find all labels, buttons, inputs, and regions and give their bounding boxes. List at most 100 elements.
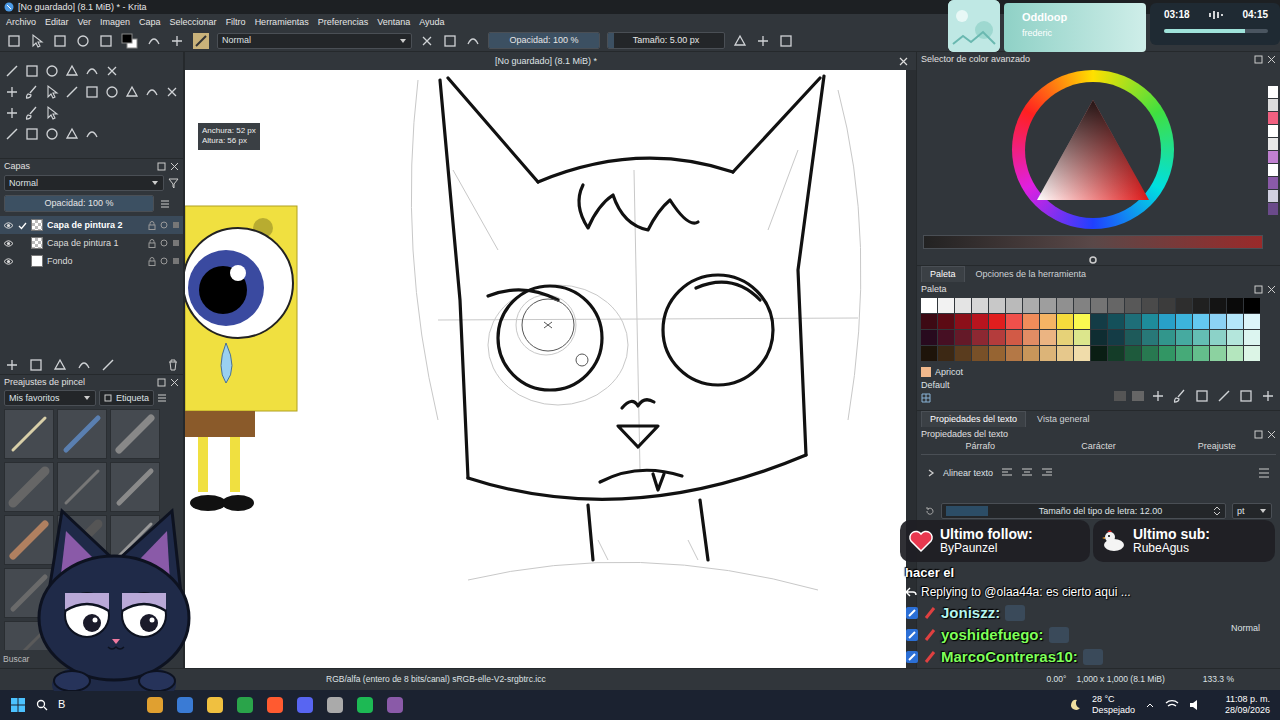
rectangle-icon[interactable] <box>778 33 794 49</box>
palette-swatch[interactable] <box>1091 314 1108 330</box>
dock-tab[interactable]: Propiedades del texto <box>921 411 1026 427</box>
line-icon[interactable] <box>1216 388 1232 404</box>
brush-preset[interactable] <box>57 462 107 512</box>
rectangle-icon[interactable] <box>24 63 40 79</box>
plus-icon[interactable] <box>1260 388 1276 404</box>
opacity-slider[interactable]: Opacidad: 100 % <box>488 32 600 49</box>
reset-icon[interactable] <box>925 506 935 516</box>
alpha-inherit-icon[interactable] <box>160 221 168 229</box>
palette-swatch[interactable] <box>938 330 955 346</box>
palette-swatch[interactable] <box>1159 314 1176 330</box>
font-unit-select[interactable]: pt <box>1232 503 1272 519</box>
lock-icon[interactable] <box>148 221 156 230</box>
tray-arrow-icon[interactable] <box>1145 700 1155 710</box>
palette-swatch[interactable] <box>1057 298 1074 314</box>
palette-swatch[interactable] <box>1023 298 1040 314</box>
menu-item[interactable]: Preferencias <box>318 17 369 28</box>
recent-color-swatch[interactable] <box>1268 86 1278 98</box>
recent-color-swatch[interactable] <box>1268 138 1278 150</box>
brush-preset[interactable] <box>57 409 107 459</box>
recent-color-swatch[interactable] <box>1268 177 1278 189</box>
settings-icon[interactable] <box>1088 255 1098 265</box>
plus-icon[interactable] <box>4 105 20 121</box>
curve-icon[interactable] <box>144 84 160 100</box>
close-icon[interactable] <box>1267 55 1276 64</box>
text-section-tab[interactable]: Párrafo <box>921 441 1039 455</box>
palette-swatch[interactable] <box>1057 346 1074 362</box>
cross-icon[interactable] <box>419 33 435 49</box>
palette-swatch[interactable] <box>1142 346 1159 362</box>
alpha-inherit-icon[interactable] <box>160 239 168 247</box>
line-icon[interactable] <box>64 84 80 100</box>
palette-swatch[interactable] <box>1210 346 1227 362</box>
palette-swatch[interactable] <box>1125 346 1142 362</box>
palette-swatch[interactable] <box>1108 346 1125 362</box>
foreground-background-color-icon[interactable] <box>121 33 139 49</box>
brush-preset[interactable] <box>4 515 54 565</box>
palette-swatch[interactable] <box>1142 314 1159 330</box>
brush-preset[interactable] <box>110 462 160 512</box>
palette-swatch[interactable] <box>1074 330 1091 346</box>
hue-ring[interactable] <box>1012 70 1174 229</box>
menu-item[interactable]: Herramientas <box>255 17 309 28</box>
menu-item[interactable]: Archivo <box>6 17 36 28</box>
palette-swatch[interactable] <box>1091 346 1108 362</box>
palette-swatch[interactable] <box>972 330 989 346</box>
palette-swatch[interactable] <box>972 298 989 314</box>
palette-swatch[interactable] <box>1159 330 1176 346</box>
palette-swatch[interactable] <box>938 298 955 314</box>
close-icon[interactable] <box>1267 430 1276 439</box>
color-chip[interactable] <box>1114 391 1126 401</box>
curve-icon[interactable] <box>76 357 92 373</box>
palette-swatch[interactable] <box>1176 298 1193 314</box>
curve-icon[interactable] <box>84 126 100 142</box>
brush-search-field[interactable]: Buscar <box>3 654 29 664</box>
palette-swatch[interactable] <box>1193 330 1210 346</box>
palette-swatch[interactable] <box>1040 346 1057 362</box>
text-section-tab[interactable]: Preajuste <box>1158 441 1276 455</box>
palette-swatch[interactable] <box>1108 314 1125 330</box>
close-icon[interactable] <box>170 378 179 387</box>
align-left-icon[interactable] <box>1001 468 1013 478</box>
palette-swatch[interactable] <box>1023 330 1040 346</box>
dock-tab[interactable]: Opciones de la herramienta <box>967 266 1096 282</box>
palette-swatch[interactable] <box>1193 314 1210 330</box>
blend-mode-select[interactable]: Normal <box>217 33 412 49</box>
palette-swatch[interactable] <box>1176 346 1193 362</box>
alpha-lock-icon[interactable] <box>172 221 180 229</box>
line-icon[interactable] <box>4 126 20 142</box>
polygon-icon[interactable] <box>124 84 140 100</box>
line-icon[interactable] <box>4 63 20 79</box>
polygon-icon[interactable] <box>64 63 80 79</box>
layer-row[interactable]: Capa de pintura 1 <box>0 234 183 252</box>
recent-color-swatch[interactable] <box>1268 164 1278 176</box>
brush-preset[interactable] <box>110 409 160 459</box>
rectangle-icon[interactable] <box>98 33 114 49</box>
taskbar-search[interactable]: B <box>58 698 65 711</box>
palette-swatch[interactable] <box>1227 346 1244 362</box>
palette-swatch[interactable] <box>1091 330 1108 346</box>
curve-icon[interactable] <box>84 63 100 79</box>
zoom-level[interactable]: 133.3 % <box>1203 674 1234 684</box>
palette-swatch[interactable] <box>921 298 938 314</box>
ellipse-icon[interactable] <box>75 33 91 49</box>
rectangle-icon[interactable] <box>6 33 22 49</box>
float-icon[interactable] <box>1254 285 1263 294</box>
drawing-canvas[interactable]: Anchura: 52 pxAltura: 56 px <box>185 70 906 668</box>
palette-swatch[interactable] <box>1227 330 1244 346</box>
taskbar-app-icon[interactable] <box>385 695 405 715</box>
brush-icon[interactable] <box>1172 388 1188 404</box>
menu-item[interactable]: Ventana <box>377 17 410 28</box>
color-chip[interactable] <box>1132 391 1144 401</box>
eye-icon[interactable] <box>3 239 14 248</box>
palette-swatch[interactable] <box>1040 330 1057 346</box>
wifi-icon[interactable] <box>1165 699 1179 711</box>
recent-color-swatch[interactable] <box>1268 203 1278 215</box>
float-icon[interactable] <box>157 162 166 171</box>
palette-swatch[interactable] <box>972 314 989 330</box>
line-icon[interactable] <box>100 357 116 373</box>
palette-swatch[interactable] <box>1074 314 1091 330</box>
palette-swatch[interactable] <box>1244 346 1261 362</box>
palette-swatch[interactable] <box>989 330 1006 346</box>
saturation-value-triangle[interactable] <box>1034 98 1152 202</box>
